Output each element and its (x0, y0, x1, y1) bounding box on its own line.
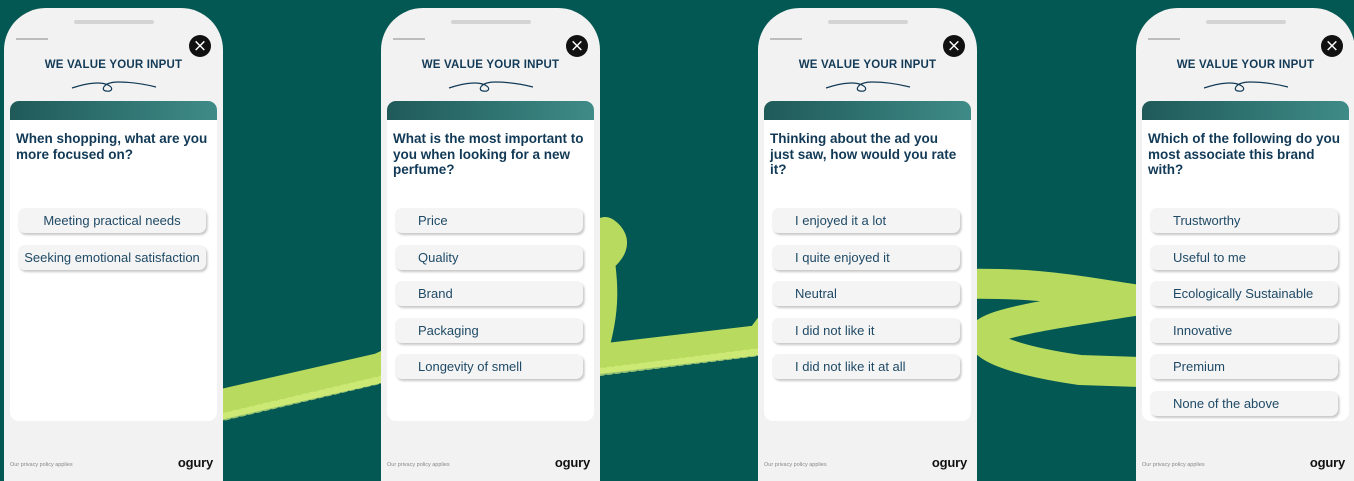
card-header-band (10, 101, 217, 120)
question-text: Which of the following do you most assoc… (1148, 131, 1340, 177)
close-icon[interactable]: × (566, 35, 588, 57)
answer-option[interactable]: I did not like it at all (772, 354, 960, 379)
phone-notch (451, 20, 531, 24)
survey-title: WE VALUE YOUR INPUT (798, 59, 937, 71)
question-text: When shopping, what are you more focused… (16, 131, 208, 162)
privacy-link[interactable]: Our privacy policy applies (1142, 462, 1205, 468)
ogury-logo: ogury (177, 455, 213, 470)
question-card: Thinking about the ad you just saw, how … (764, 101, 971, 421)
phone-notch (74, 20, 154, 24)
question-text: What is the most important to you when l… (393, 131, 584, 177)
swirl-icon (71, 81, 157, 92)
answer-option[interactable]: Premium (1150, 354, 1338, 379)
close-icon[interactable]: × (943, 35, 965, 57)
survey-phone-1: × WE VALUE YOUR INPUT When shopping, wha… (4, 8, 223, 481)
answer-option[interactable]: I did not like it (772, 317, 960, 343)
answer-option[interactable]: Meeting practical needs (18, 208, 206, 233)
answer-option[interactable]: I quite enjoyed it (772, 244, 960, 270)
answer-option[interactable]: Price (395, 208, 583, 233)
swirl-icon (448, 81, 534, 92)
answer-option[interactable]: Packaging (395, 317, 583, 343)
ogury-logo: ogury (1309, 455, 1345, 470)
answer-option[interactable]: Seeking emotional satisfaction (18, 244, 206, 270)
close-icon[interactable]: × (1321, 35, 1343, 57)
answer-options: Price Quality Brand Packaging Longevity of s… (395, 208, 594, 391)
card-header-band (1142, 101, 1349, 120)
question-card: When shopping, what are you more focused… (10, 101, 217, 421)
phone-notch (1206, 20, 1286, 24)
answer-option[interactable]: Trustworthy (1150, 208, 1338, 233)
swirl-icon (825, 81, 911, 92)
answer-option[interactable]: I enjoyed it a lot (772, 208, 960, 233)
progress-line (16, 38, 48, 40)
survey-title: WE VALUE YOUR INPUT (44, 59, 183, 71)
survey-phone-3: × WE VALUE YOUR INPUT Thinking about the… (758, 8, 977, 481)
ogury-logo: ogury (931, 455, 967, 470)
question-card: What is the most important to you when l… (387, 101, 594, 421)
answer-option[interactable]: Longevity of smell (395, 354, 583, 379)
answer-options: Meeting practical needs Seeking emotional… (18, 208, 217, 281)
swirl-icon (1203, 81, 1289, 92)
answer-option[interactable]: Brand (395, 281, 583, 306)
answer-options: Trustworthy Useful to me Ecologically Sust… (1150, 208, 1349, 421)
ogury-logo: ogury (554, 455, 590, 470)
survey-title: WE VALUE YOUR INPUT (421, 59, 560, 71)
answer-options: I enjoyed it a lot I quite enjoyed it Neut… (772, 208, 971, 391)
privacy-link[interactable]: Our privacy policy applies (10, 462, 73, 468)
survey-title: WE VALUE YOUR INPUT (1176, 59, 1315, 71)
survey-phone-4: × WE VALUE YOUR INPUT Which of the follo… (1136, 8, 1354, 481)
question-text: Thinking about the ad you just saw, how … (770, 131, 957, 177)
phone-notch (828, 20, 908, 24)
answer-option[interactable]: Ecologically Sustainable (1150, 281, 1338, 306)
answer-option[interactable]: Useful to me (1150, 244, 1338, 270)
answer-option[interactable]: Neutral (772, 281, 960, 306)
progress-line (770, 38, 802, 40)
privacy-link[interactable]: Our privacy policy applies (387, 462, 450, 468)
survey-phone-2: × WE VALUE YOUR INPUT What is the most i… (381, 8, 600, 481)
progress-line (1148, 38, 1180, 40)
progress-line (393, 38, 425, 40)
answer-option[interactable]: Innovative (1150, 317, 1338, 343)
card-header-band (387, 101, 594, 120)
privacy-link[interactable]: Our privacy policy applies (764, 462, 827, 468)
answer-option[interactable]: None of the above (1150, 390, 1338, 416)
card-header-band (764, 101, 971, 120)
close-icon[interactable]: × (189, 35, 211, 57)
question-card: Which of the following do you most assoc… (1142, 101, 1349, 421)
answer-option[interactable]: Quality (395, 244, 583, 270)
